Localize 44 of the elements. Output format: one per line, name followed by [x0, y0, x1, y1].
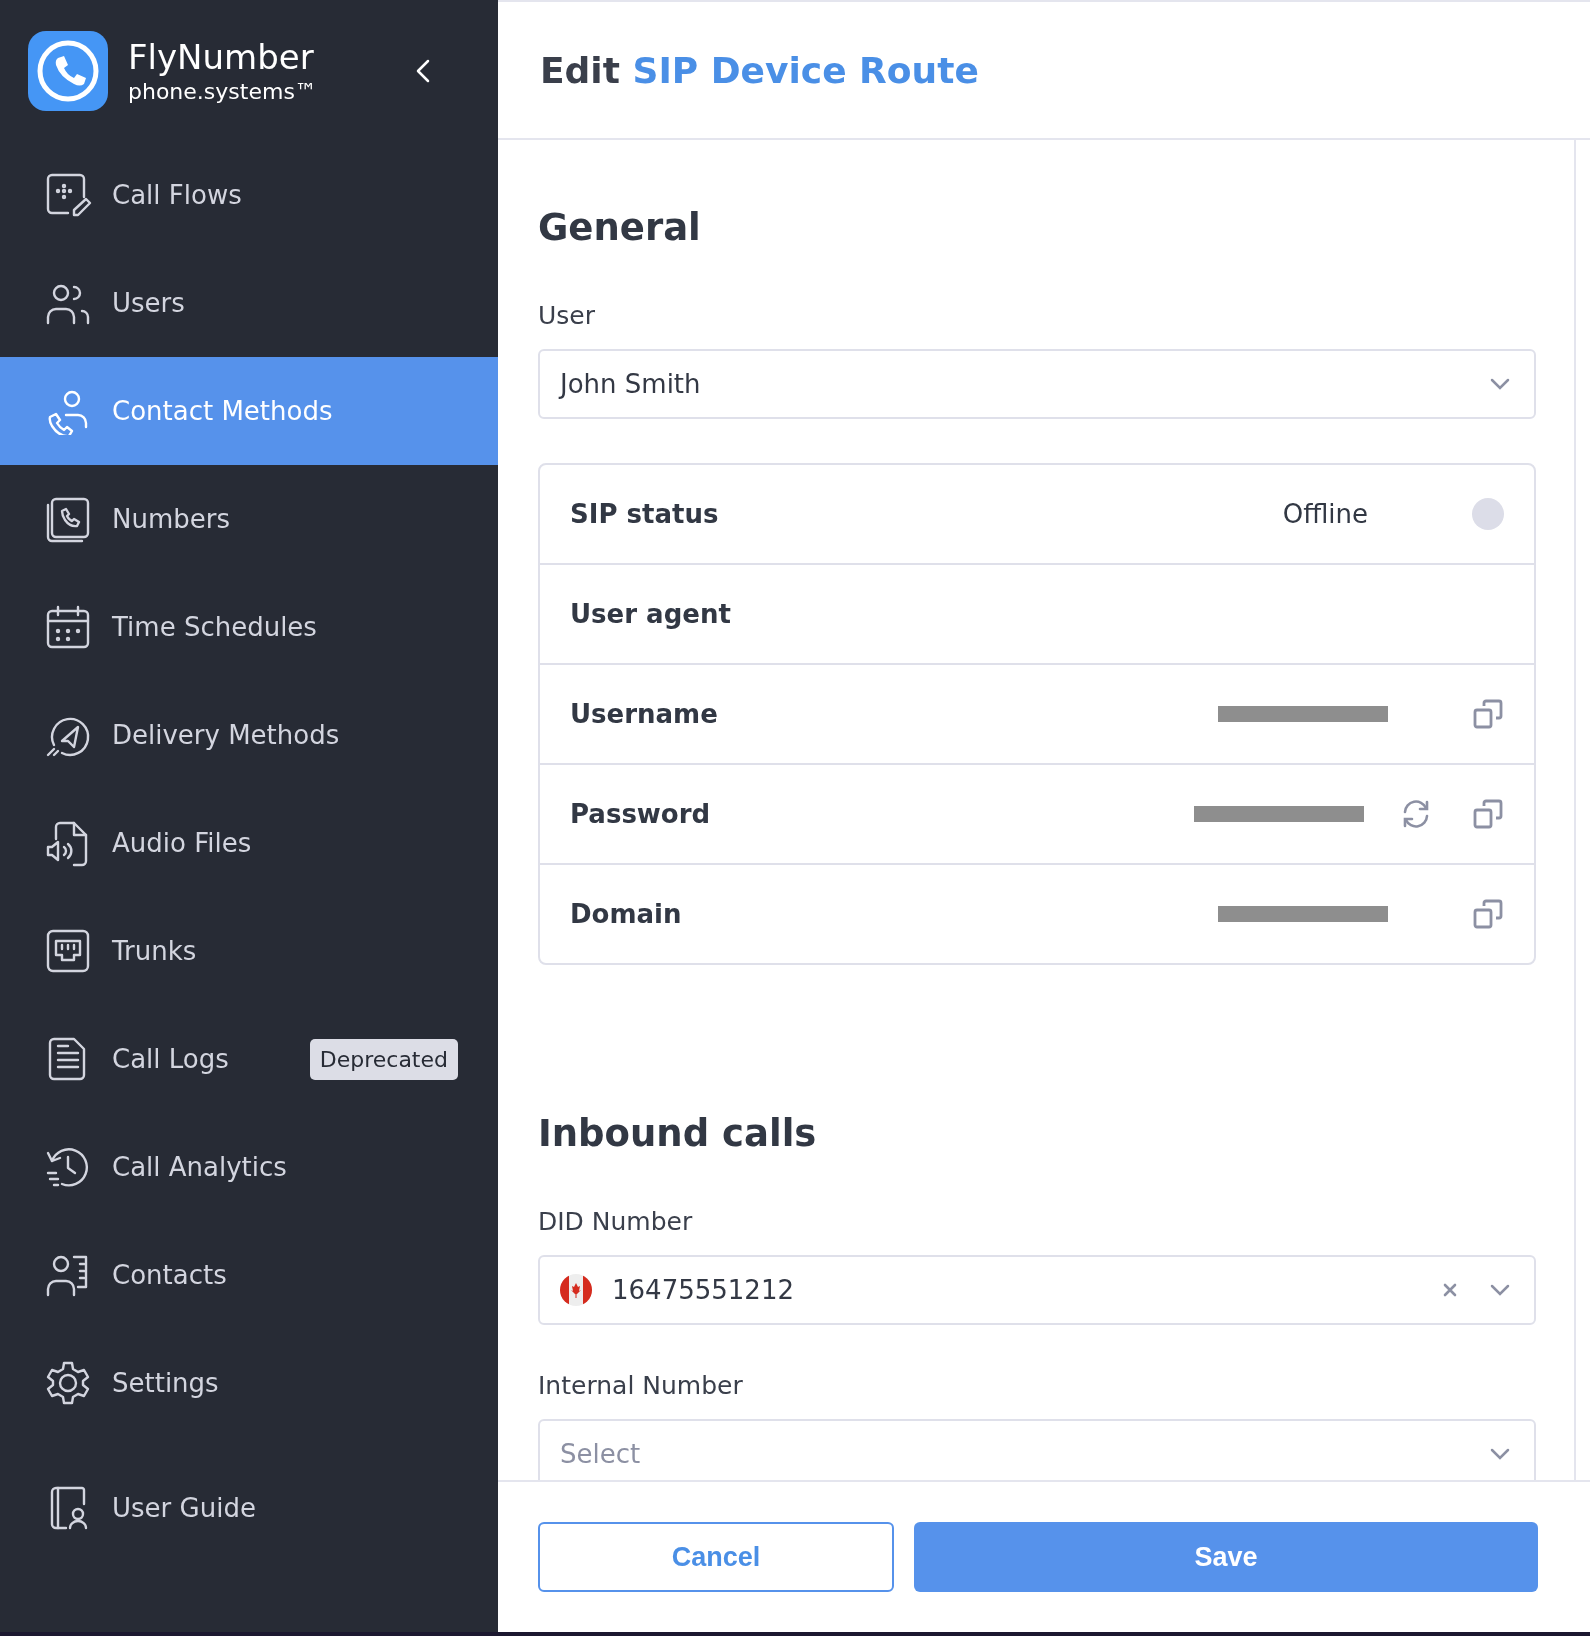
calendar-icon	[44, 603, 92, 651]
detail-label: Username	[570, 699, 719, 729]
nav-item[interactable]: Audio Files	[0, 789, 498, 897]
section-heading: General	[538, 205, 702, 251]
nav-item[interactable]: Settings	[0, 1329, 498, 1437]
nav-item[interactable]: Trunks	[0, 897, 498, 1005]
copy-icon[interactable]	[1472, 698, 1504, 730]
did-select[interactable]: 16475551212	[538, 1255, 1536, 1325]
phone-card-icon	[44, 495, 92, 543]
detail-label: Domain	[570, 899, 683, 929]
field-label: DID Number	[538, 1206, 694, 1238]
nav-item[interactable]: Call Analytics	[0, 1113, 498, 1221]
detail-label: Password	[570, 799, 712, 829]
phone-logo-icon	[28, 30, 108, 111]
clear-icon[interactable]	[1442, 1282, 1458, 1298]
page-title: Edit SIP Device Route	[540, 49, 979, 91]
nav-item[interactable]: Delivery Methods	[0, 681, 498, 789]
chevron-down-icon	[1490, 1284, 1510, 1296]
section-heading: Inbound calls	[538, 1111, 818, 1157]
copy-icon[interactable]	[1472, 898, 1504, 930]
nav-item[interactable]: Call Flows	[0, 141, 498, 249]
chevron-down-icon	[1490, 1448, 1510, 1460]
nav-item[interactable]: Time Schedules	[0, 573, 498, 681]
nav-item[interactable]: Users	[0, 249, 498, 357]
deprecated-badge: Deprecated	[309, 1038, 458, 1080]
brand-name: FlyNumber	[128, 35, 315, 78]
chevron-down-icon	[1490, 378, 1510, 390]
settings-icon	[44, 1359, 92, 1407]
nav-item[interactable]: Call Logs Deprecated	[0, 1005, 498, 1113]
nav-item[interactable]: Contacts	[0, 1221, 498, 1329]
nav-item[interactable]: User Guide	[0, 1454, 498, 1562]
copy-icon[interactable]	[1472, 798, 1504, 830]
user-select[interactable]: John Smith	[538, 349, 1536, 419]
nav-item[interactable]: Numbers	[0, 465, 498, 573]
detail-label: User agent	[570, 599, 732, 629]
dotted-pencil-icon	[44, 171, 92, 219]
chevron-left-icon[interactable]	[416, 58, 430, 83]
ethernet-port-icon	[44, 927, 92, 975]
status-text: Offline	[1282, 499, 1368, 529]
canada-flag-icon	[560, 1274, 592, 1306]
detail-label: SIP status	[570, 499, 720, 529]
field-label: Internal Number	[538, 1370, 744, 1402]
field-label: User	[538, 300, 596, 332]
brand-tagline: phone.systems™	[128, 77, 318, 106]
